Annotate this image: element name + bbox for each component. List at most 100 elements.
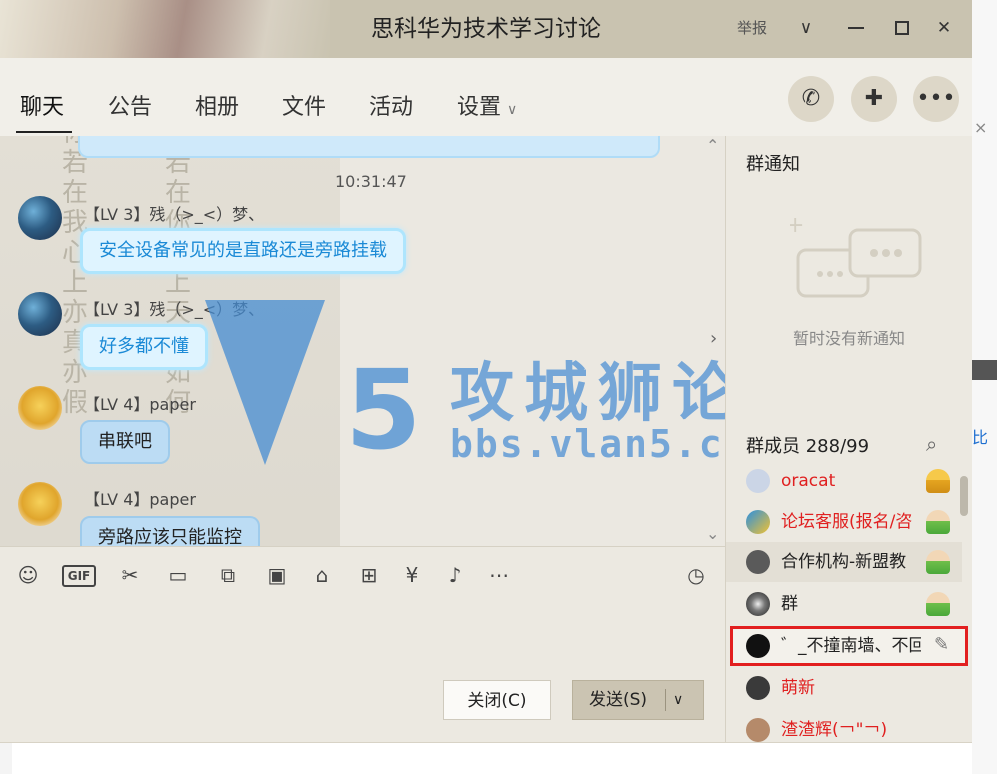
avatar[interactable]: [18, 196, 62, 240]
close-icon[interactable]: ×: [974, 118, 987, 137]
member-item[interactable]: 论坛客服(报名/咨: [726, 502, 962, 542]
bell-off-icon[interactable]: ♪: [441, 561, 469, 589]
tab-chat[interactable]: 聊天: [20, 89, 64, 121]
chevron-down-icon: ∨: [507, 102, 518, 118]
tab-activities[interactable]: 活动: [369, 89, 413, 121]
message-bubble[interactable]: 好多都不懂: [80, 324, 208, 370]
folder-icon[interactable]: ▭: [164, 561, 192, 589]
tab-settings-label: 设置: [457, 95, 502, 120]
admin-badge-icon: [926, 469, 950, 493]
chevron-down-icon[interactable]: ∨: [673, 681, 683, 719]
scroll-down-icon[interactable]: ⌄: [706, 524, 719, 543]
avatar: [746, 469, 770, 493]
maximize-button[interactable]: [888, 14, 916, 42]
avatar: [746, 676, 770, 700]
report-button[interactable]: 举报: [737, 14, 767, 42]
tab-announcement[interactable]: 公告: [108, 89, 152, 121]
red-packet-icon[interactable]: ¥: [398, 561, 426, 589]
more-icon[interactable]: ⋯: [485, 561, 513, 589]
emoji-icon[interactable]: ☺: [14, 561, 42, 589]
member-name: oracat: [781, 471, 836, 491]
previous-message-bubble[interactable]: [78, 136, 660, 158]
member-item[interactable]: 合作机构-新盟教: [726, 542, 962, 582]
empty-notice-icon: + +: [790, 213, 922, 298]
avatar[interactable]: [18, 386, 62, 430]
close-button[interactable]: ✕: [930, 14, 958, 42]
message-bubble[interactable]: 串联吧: [80, 420, 170, 464]
send-button-label: 发送(S): [589, 690, 648, 710]
tab-files[interactable]: 文件: [282, 89, 326, 121]
tab-bar: 聊天 公告 相册 文件 活动 设置 ∨ ✆ ✚ •••: [0, 58, 972, 136]
avatar: [746, 550, 770, 574]
message-nickname[interactable]: 【LV 3】残（>_<）梦、: [84, 201, 264, 225]
member-badge-icon: [926, 550, 950, 574]
member-name: 萌新: [781, 678, 815, 698]
background-poem-right: 我若在你心上天又如何: [165, 136, 192, 418]
picture-icon[interactable]: ▣: [263, 561, 291, 589]
edit-pencil-icon[interactable]: ✎: [934, 634, 949, 655]
tab-active-underline: [16, 131, 72, 133]
avatar[interactable]: [18, 292, 62, 336]
tab-settings[interactable]: 设置 ∨: [457, 89, 517, 121]
member-name: 论坛客服(报名/咨: [781, 512, 913, 532]
members-title[interactable]: 群成员 288/99: [746, 432, 869, 458]
group-notice-title: 群通知: [746, 154, 800, 175]
member-item[interactable]: 群: [726, 584, 962, 624]
phone-icon: ✆: [801, 86, 821, 111]
message-nickname[interactable]: 【LV 4】paper: [84, 391, 196, 415]
chat-window: 思科华为技术学习讨论 举报 ∨ ✕ 聊天 公告 相册 文件 活动 设置 ∨ ✆ ✚…: [0, 0, 972, 743]
message-bubble[interactable]: 旁路应该只能监控: [80, 516, 260, 546]
avatar: [746, 510, 770, 534]
chat-plus-icon: ✚: [864, 86, 884, 111]
send-button[interactable]: 发送(S) ∨: [572, 680, 704, 720]
gift-icon[interactable]: ⊞: [355, 561, 383, 589]
avatar: [746, 592, 770, 616]
search-icon[interactable]: ⌕: [926, 432, 937, 456]
scroll-up-icon[interactable]: ⌃: [706, 136, 719, 155]
member-item[interactable]: 渣渣辉(￢"￢): [726, 710, 962, 742]
message-nickname[interactable]: 【LV 4】paper: [84, 486, 196, 510]
close-chat-button[interactable]: 关闭(C): [443, 680, 551, 720]
image-gallery-icon[interactable]: ⧉: [214, 561, 242, 589]
shop-icon[interactable]: ⌂: [308, 561, 336, 589]
member-name: 渣渣辉(￢"￢): [781, 720, 888, 740]
scissors-icon[interactable]: ✂: [116, 561, 144, 589]
message-input[interactable]: [0, 602, 725, 742]
send-button-divider: [665, 689, 666, 711]
member-name: ゛_不撞南墙、不回: [781, 636, 921, 656]
chevron-right-icon[interactable]: ›: [710, 328, 717, 349]
minimize-icon: [848, 27, 864, 29]
member-item-selected[interactable]: ゛_不撞南墙、不回 ✎: [730, 626, 968, 666]
svg-text:+: +: [790, 239, 791, 258]
window-title: 思科华为技术学习讨论: [371, 16, 601, 42]
minimize-button[interactable]: [842, 14, 870, 42]
message-bubble[interactable]: 安全设备常见的是直路还是旁路挂载: [80, 228, 406, 274]
more-options-button[interactable]: •••: [913, 76, 959, 122]
desktop-right-edge: × 比: [972, 0, 997, 774]
member-item[interactable]: 萌新: [726, 668, 962, 708]
member-badge-icon: [926, 592, 950, 616]
gif-icon[interactable]: GIF: [62, 565, 96, 587]
tab-album[interactable]: 相册: [195, 89, 239, 121]
phone-call-button[interactable]: ✆: [788, 76, 834, 122]
history-clock-icon[interactable]: ◷: [682, 561, 710, 589]
desktop-text: 比: [972, 428, 989, 447]
message-list[interactable]: 你若在我心上亦真亦假 我若在你心上天又如何 ⌃ 10:31:47 【LV 3】残…: [0, 136, 725, 546]
title-bar[interactable]: 思科华为技术学习讨论 举报 ∨ ✕: [0, 0, 972, 58]
message-nickname[interactable]: 【LV 3】残（>_<）梦、: [84, 296, 264, 320]
input-toolbar: ☺ GIF ✂ ▭ ⧉ ▣ ⌂ ⊞ ¥ ♪ ⋯ ◷: [0, 546, 725, 603]
avatar[interactable]: [18, 482, 62, 526]
more-icon: •••: [916, 86, 956, 111]
member-item[interactable]: oracat: [726, 461, 962, 501]
svg-text:+: +: [790, 213, 804, 238]
group-sidebar: 群通知 + + 暂时没有新通知 群成员 288/99 ⌕ oracat 论坛客服…: [726, 136, 972, 742]
message-timestamp: 10:31:47: [335, 172, 407, 191]
member-name: 合作机构-新盟教: [781, 552, 907, 572]
avatar: [746, 634, 770, 658]
member-name: 群: [781, 594, 798, 614]
desktop-dark-strip: [972, 360, 997, 380]
chevron-down-icon[interactable]: ∨: [792, 14, 820, 42]
new-discussion-button[interactable]: ✚: [851, 76, 897, 122]
member-badge-icon: [926, 510, 950, 534]
notice-empty-text: 暂时没有新通知: [792, 329, 905, 348]
